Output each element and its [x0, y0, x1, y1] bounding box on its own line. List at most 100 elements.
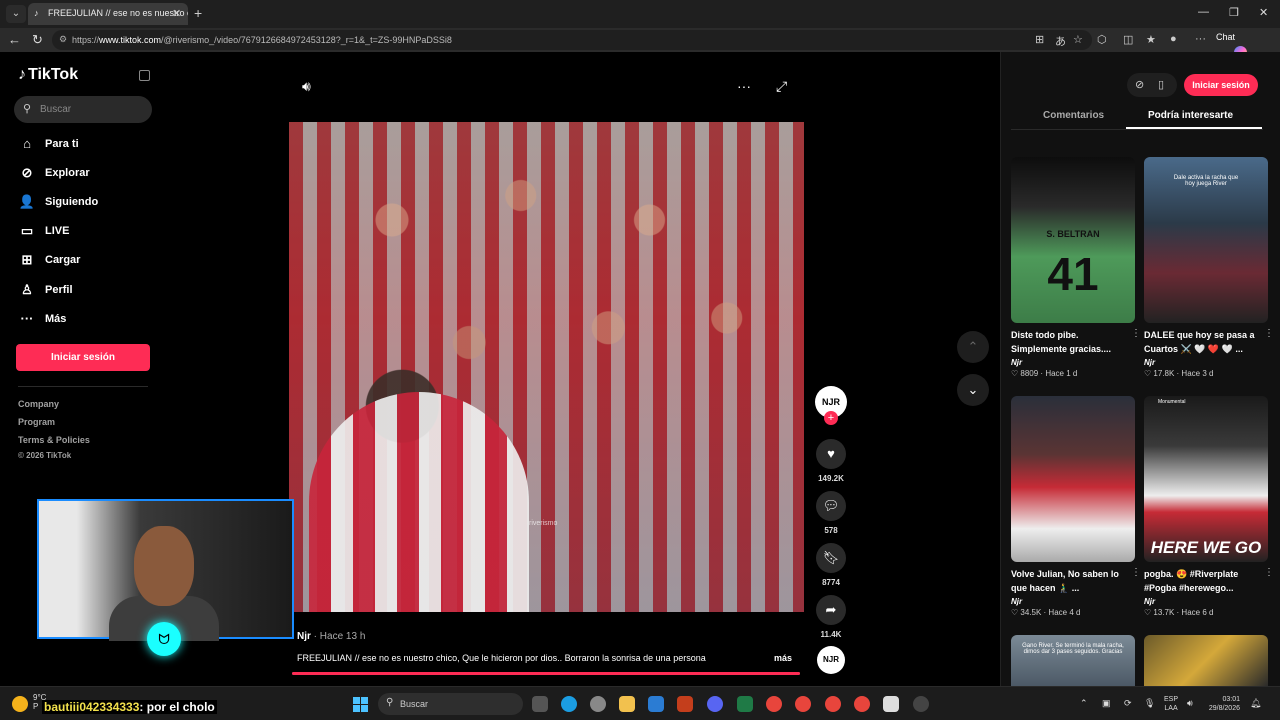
window-close-icon[interactable]: ✕ [1259, 6, 1268, 19]
share-button[interactable]: ➦ 11.4K [815, 595, 847, 639]
next-video-chevron-down-icon[interactable]: ⌄ [957, 374, 989, 406]
chat-username: bautiii042334333 [44, 700, 140, 714]
weather-icon[interactable] [12, 696, 28, 712]
tab-comments[interactable]: Comentarios [1043, 110, 1104, 121]
card-more-icon[interactable]: ⋮ [1131, 567, 1141, 578]
volume-tray-icon[interactable]: 🔊︎ [1187, 698, 1193, 709]
maximize-icon[interactable]: ❐ [1229, 6, 1239, 19]
favorite-star-icon[interactable]: ☆ [1073, 33, 1083, 46]
collapse-sidebar-icon[interactable] [139, 70, 150, 81]
back-icon[interactable]: ← [8, 32, 21, 47]
suggested-video-card[interactable]: S. BELTRAN 41 Diste todo pibe. Simplemen… [1011, 157, 1141, 378]
edge-icon[interactable] [561, 696, 577, 712]
footer-link-program[interactable]: Program [18, 417, 55, 427]
system-clock[interactable]: 03:01 29/8/2026 [1200, 695, 1240, 713]
follow-plus-icon[interactable]: + [824, 411, 838, 425]
chrome-profile-3-icon[interactable] [854, 696, 870, 712]
taskbar-search-input[interactable]: ⚲ Buscar [378, 693, 523, 715]
suggested-video-card[interactable] [1144, 635, 1268, 686]
video-progress-bar[interactable] [292, 672, 800, 675]
nav-item-siguiendo[interactable]: 👤 Siguiendo [18, 192, 158, 216]
card-more-icon[interactable]: ⋮ [1264, 328, 1274, 339]
split-screen-icon[interactable]: ◫ [1123, 33, 1133, 46]
browser-menu-icon[interactable]: ··· [1195, 33, 1206, 45]
nav-item-mas[interactable]: ··· Más [18, 309, 158, 333]
search-input[interactable]: ⚲ Buscar [14, 96, 152, 123]
card-time: Hace 1 d [1045, 369, 1078, 378]
footer-link-terms[interactable]: Terms & Policies [18, 435, 90, 445]
obs-icon[interactable] [913, 696, 929, 712]
site-info-icon[interactable]: ⚙ [59, 34, 67, 45]
store-icon[interactable] [883, 696, 899, 712]
suggested-video-card[interactable]: Monumental HERE WE GO pogba. 😍 #Riverpla… [1144, 396, 1274, 617]
search-placeholder: Buscar [40, 104, 72, 115]
app-available-icon[interactable]: ⊞ [1035, 33, 1044, 46]
suggested-video-card[interactable]: Volve Julian, No saben lo que hacen 🧎‍♂️… [1011, 396, 1141, 617]
more-options-icon[interactable]: ··· [737, 78, 751, 94]
nav-item-explorar[interactable]: ⊘ Explorar [18, 163, 158, 187]
windows-start-icon[interactable] [353, 697, 368, 712]
save-button[interactable]: 🔖︎ 8774 [815, 543, 847, 587]
tab-actions-menu-icon[interactable]: ⌄ [6, 5, 26, 23]
video-player[interactable]: riverismo [289, 122, 804, 612]
minimize-icon[interactable]: — [1198, 6, 1209, 18]
card-more-icon[interactable]: ⋮ [1131, 328, 1141, 339]
tray-app-icon[interactable]: ▣ [1102, 698, 1111, 709]
excel-icon[interactable] [737, 696, 753, 712]
nav-item-cargar[interactable]: ⊞ Cargar [18, 250, 158, 274]
video-watermark: riverismo [529, 520, 558, 527]
powerpoint-icon[interactable] [677, 696, 693, 712]
thumb-text: Dale activa la racha que hoy juega River [1173, 175, 1239, 187]
chrome-profile-icon[interactable] [795, 696, 811, 712]
video-author[interactable]: Njr · Hace 13 h [297, 631, 365, 642]
footer-link-company[interactable]: Company [18, 399, 59, 409]
tray-network-icon[interactable]: ⟳ [1124, 698, 1132, 709]
chrome-profile-2-icon[interactable] [825, 696, 841, 712]
language-indicator[interactable]: ESP LAA [1164, 695, 1178, 713]
fullscreen-icon[interactable]: ⤢ [776, 78, 787, 95]
suggested-video-card[interactable]: Gano River. Se terminó la mala racha, di… [1011, 635, 1135, 686]
card-author: Njr [1144, 597, 1156, 606]
tab-divider [1011, 129, 1263, 130]
card-likes: 34.5K [1020, 608, 1042, 617]
extensions-icon[interactable]: ⬡ [1097, 33, 1107, 46]
card-more-icon[interactable]: ⋮ [1264, 567, 1274, 578]
file-explorer-icon[interactable] [619, 696, 635, 712]
profile-avatar-icon[interactable]: ● [1170, 33, 1177, 45]
thumb-text: S. BELTRAN [1046, 229, 1100, 239]
reload-icon[interactable]: ↻ [32, 32, 43, 48]
copilot-chat-button[interactable]: Chat [1216, 32, 1247, 59]
login-button[interactable]: Iniciar sesión [16, 344, 150, 371]
previous-video-chevron-up-icon[interactable]: ⌃ [957, 331, 989, 363]
tray-chevron-up-icon[interactable]: ⌃ [1080, 698, 1088, 709]
address-bar[interactable]: ⚙ https://www.tiktok.com/@riverismo_/vid… [52, 30, 1092, 50]
tiktok-logo[interactable]: ♪ TikTok [18, 66, 78, 84]
suggested-video-card[interactable]: Dale activa la racha que hoy juega River… [1144, 157, 1274, 378]
new-tab-icon[interactable]: + [194, 5, 202, 21]
comment-button[interactable]: 💬︎ 578 [815, 491, 847, 535]
settings-icon[interactable] [590, 696, 606, 712]
word-icon[interactable] [648, 696, 664, 712]
translate-icon[interactable]: あ [1055, 33, 1066, 49]
tab-close-icon[interactable]: ✕ [172, 7, 181, 20]
panel-login-button[interactable]: Iniciar sesión [1184, 74, 1258, 96]
mobile-icon[interactable]: ▯ [1158, 78, 1164, 91]
compass-icon[interactable]: ⊘ [1135, 78, 1144, 91]
notification-bell-icon[interactable]: 🔔︎ [1250, 698, 1261, 709]
nav-item-para-ti[interactable]: ⌂ Para ti [18, 134, 158, 158]
task-view-icon[interactable] [532, 696, 548, 712]
lang-primary: ESP [1164, 696, 1179, 703]
compass-icon: ⊘ [21, 165, 33, 180]
nav-item-live[interactable]: ▭ LIVE [18, 221, 158, 245]
browser-tab-active[interactable]: ♪ FREEJULIAN // ese no es nuestro c [28, 3, 188, 25]
tray-mic-icon[interactable]: 🎙︎ [1144, 698, 1155, 709]
like-button[interactable]: ♥ 149.2K [815, 439, 847, 483]
caption-more-link[interactable]: más [774, 653, 792, 663]
volume-icon[interactable]: 🔊︎ [302, 78, 311, 95]
tab-suggestions[interactable]: Podría interesarte [1148, 110, 1233, 121]
discord-icon[interactable] [707, 696, 723, 712]
music-disc[interactable]: NJR [817, 646, 845, 674]
chrome-icon[interactable] [766, 696, 782, 712]
nav-item-perfil[interactable]: ♙ Perfil [18, 280, 158, 304]
favorites-icon[interactable]: ★ [1146, 33, 1156, 46]
